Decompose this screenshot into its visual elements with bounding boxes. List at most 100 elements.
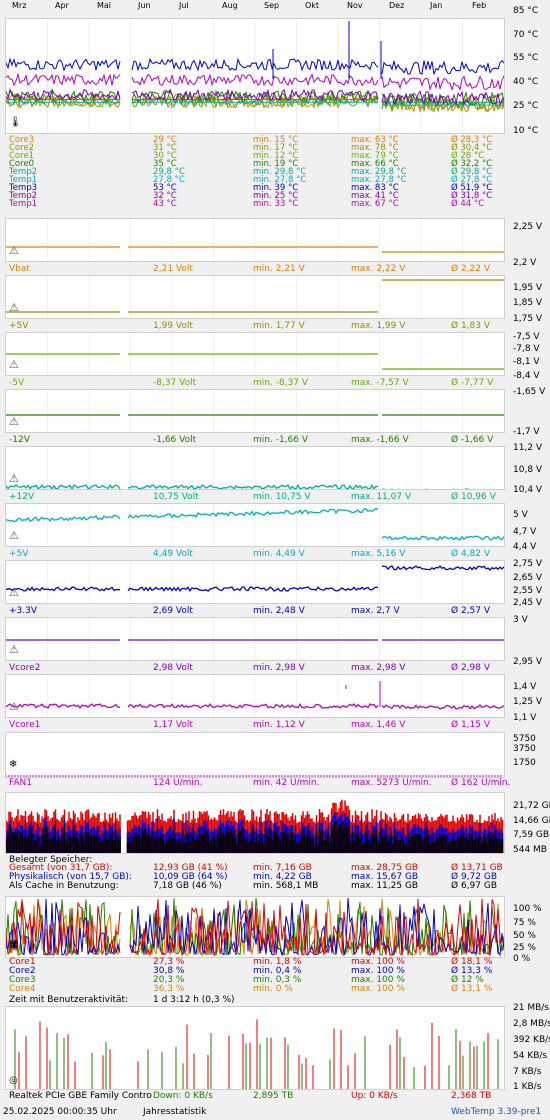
voltage-legend-name: -12V	[9, 435, 30, 445]
month-label: Jul	[179, 1, 189, 10]
voltage-legend-cur: 1,17 Volt	[153, 720, 193, 730]
voltage-legend-min: min. -8,37 V	[253, 378, 308, 388]
cpu-axis-label: 25 %	[513, 943, 536, 953]
memory-legend-name: Als Cache in Benutzung:	[9, 881, 119, 891]
voltage-legend-name: +5V	[9, 549, 29, 559]
voltage-legend-avg: Ø 1,83 V	[451, 321, 491, 331]
network-adapter: Realtek PCIe GBE Family Contro	[9, 1091, 152, 1101]
voltage-legend-cur: 10,75 Volt	[153, 492, 199, 502]
fan-legend-row: FAN1 124 U/min. min. 42 U/min. max. 5273…	[9, 778, 539, 788]
footer-period[interactable]: Jahresstatistik	[143, 1107, 206, 1117]
voltage-legend-min: min. 1,77 V	[253, 321, 305, 331]
voltage-legend-min: min. 4,49 V	[253, 549, 305, 559]
voltage-axis-label: 1,4 V	[513, 682, 537, 692]
voltage-legend-name: +12V	[9, 492, 35, 502]
memory-axis-label: 7,59 GB	[513, 830, 550, 840]
warning-triangle-icon: ⚠	[9, 586, 19, 599]
voltage-line	[6, 507, 379, 523]
fan-max: max. 5273 U/min.	[351, 778, 432, 788]
temp-axis-label: 10 °C	[513, 126, 539, 136]
network-icon: ◎	[9, 1075, 18, 1086]
voltage-legend-avg: Ø 1,15 V	[451, 720, 491, 730]
thermometer-icon: 🌡	[9, 117, 22, 128]
activity-value: 1 d 3:12 h (0,3 %)	[153, 995, 235, 1005]
voltage-legend-max: max. 5,16 V	[351, 549, 406, 559]
voltage-graph	[5, 560, 505, 604]
voltage-graph	[5, 332, 505, 376]
fan-name: FAN1	[9, 778, 32, 788]
warning-triangle-icon: ⚠	[9, 700, 19, 713]
cpu-legend-name: Core4	[9, 984, 36, 994]
fan-graph	[5, 732, 505, 778]
voltage-legend-row: +5V 4,49 Volt min. 4,49 V max. 5,16 V Ø 4,82…	[9, 549, 539, 559]
temp-axis-label: 70 °C	[513, 30, 539, 40]
voltage-legend-row: -12V -1,66 Volt min. -1,66 V max. -1,66 V Ø …	[9, 435, 539, 445]
temp-legend-name: Temp1	[9, 199, 38, 209]
voltage-legend-avg: Ø 2,57 V	[451, 606, 491, 616]
warning-triangle-icon: ⚠	[9, 244, 19, 257]
network-axis-label: 21 MB/s	[513, 1003, 549, 1013]
cpu-legend-row: Core4 36,3 % min. 0 % max. 100 % Ø 13,1 %	[9, 985, 539, 994]
voltage-legend-row: +12V 10,75 Volt min. 10,75 V max. 11,07 V Ø …	[9, 492, 539, 502]
voltage-legend-row: +3.3V 2,69 Volt min. 2,48 V max. 2,7 V Ø 2,5…	[9, 606, 539, 616]
voltage-axis-label: 1,85 V	[513, 298, 543, 308]
voltage-legend-avg: Ø -7,77 V	[451, 378, 494, 388]
voltage-legend-row: Vcore1 1,17 Volt min. 1,12 V max. 1,46 V Ø 1…	[9, 720, 539, 730]
cpu-axis-label: 100 %	[513, 904, 542, 914]
voltage-axis-label: 2,75 V	[513, 559, 543, 569]
voltage-axis-label: 3 V	[513, 615, 528, 625]
network-axis-label: 7 KB/s	[513, 1067, 542, 1077]
voltage-legend-cur: 1,99 Volt	[153, 321, 193, 331]
voltage-legend-max: max. 2,7 V	[351, 606, 400, 616]
voltage-legend-row: Vcore2 2,98 Volt min. 2,98 V max. 2,98 V Ø 2…	[9, 663, 539, 673]
network-legend-row: Realtek PCIe GBE Family Contro Down: 0 K…	[9, 1091, 539, 1101]
fan-axis-label: 5750	[513, 734, 536, 744]
temp-legend-min: min. 33 °C	[253, 199, 299, 209]
voltage-legend-avg: Ø 10,96 V	[451, 492, 496, 502]
voltage-graph	[5, 674, 505, 718]
voltage-legend-row: +5V 1,99 Volt min. 1,77 V max. 1,99 V Ø 1,83…	[9, 321, 539, 331]
voltage-axis-label: -7,8 V	[513, 344, 540, 354]
voltage-legend-cur: 2,98 Volt	[153, 663, 193, 673]
memory-legend-avg: Ø 6,97 GB	[451, 881, 497, 891]
voltage-legend-min: min. 10,75 V	[253, 492, 311, 502]
month-label: Aug	[222, 1, 238, 10]
warning-triangle-icon: ⚠	[9, 415, 19, 428]
fan-current: 124 U/min.	[153, 778, 203, 788]
voltage-legend-name: Vbat	[9, 264, 30, 274]
voltage-axis-label: 1,25 V	[513, 697, 543, 707]
voltage-legend-min: min. 2,21 V	[253, 264, 305, 274]
voltage-legend-min: min. -1,66 V	[253, 435, 308, 445]
voltage-legend-name: Vcore2	[9, 663, 41, 673]
cpu-icon: ▦	[9, 939, 19, 950]
temp-axis-label: 55 °C	[513, 53, 539, 63]
voltage-legend-max: max. -7,57 V	[351, 378, 409, 388]
memory-axis-label: 21,72 GB	[513, 801, 550, 811]
footer-version[interactable]: WebTemp 3.39-pre1	[451, 1107, 541, 1117]
voltage-legend-cur: -1,66 Volt	[153, 435, 197, 445]
voltage-graph	[5, 446, 505, 490]
memory-axis-label: 544 MB	[513, 845, 547, 855]
temp-legend-avg: Ø 44 °C	[451, 199, 485, 209]
voltage-line	[6, 483, 379, 489]
network-down-total: 2,895 TB	[253, 1091, 294, 1101]
voltage-axis-label: 11,2 V	[513, 443, 543, 453]
voltage-graph	[5, 503, 505, 547]
voltage-legend-max: max. 11,07 V	[351, 492, 412, 502]
memory-legend-cur: 7,18 GB (46 %)	[153, 881, 222, 891]
voltage-legend-cur: 2,21 Volt	[153, 264, 193, 274]
network-down: Down: 0 KB/s	[153, 1091, 213, 1101]
network-up-total: 2,368 TB	[451, 1091, 492, 1101]
cpu-graph	[5, 896, 505, 958]
voltage-line	[6, 586, 379, 593]
month-label: Sep	[264, 1, 280, 10]
voltage-legend-max: max. 1,99 V	[351, 321, 406, 331]
voltage-axis-label: 2,25 V	[513, 222, 543, 232]
voltage-legend-max: max. 1,46 V	[351, 720, 406, 730]
network-axis-label: 2,8 MB/s	[513, 1019, 550, 1029]
voltage-legend-name: Vcore1	[9, 720, 41, 730]
voltage-axis-label: -1,65 V	[513, 387, 546, 397]
month-label: Feb	[472, 1, 487, 10]
voltage-line	[6, 703, 379, 710]
voltage-axis-label: 1,95 V	[513, 283, 543, 293]
